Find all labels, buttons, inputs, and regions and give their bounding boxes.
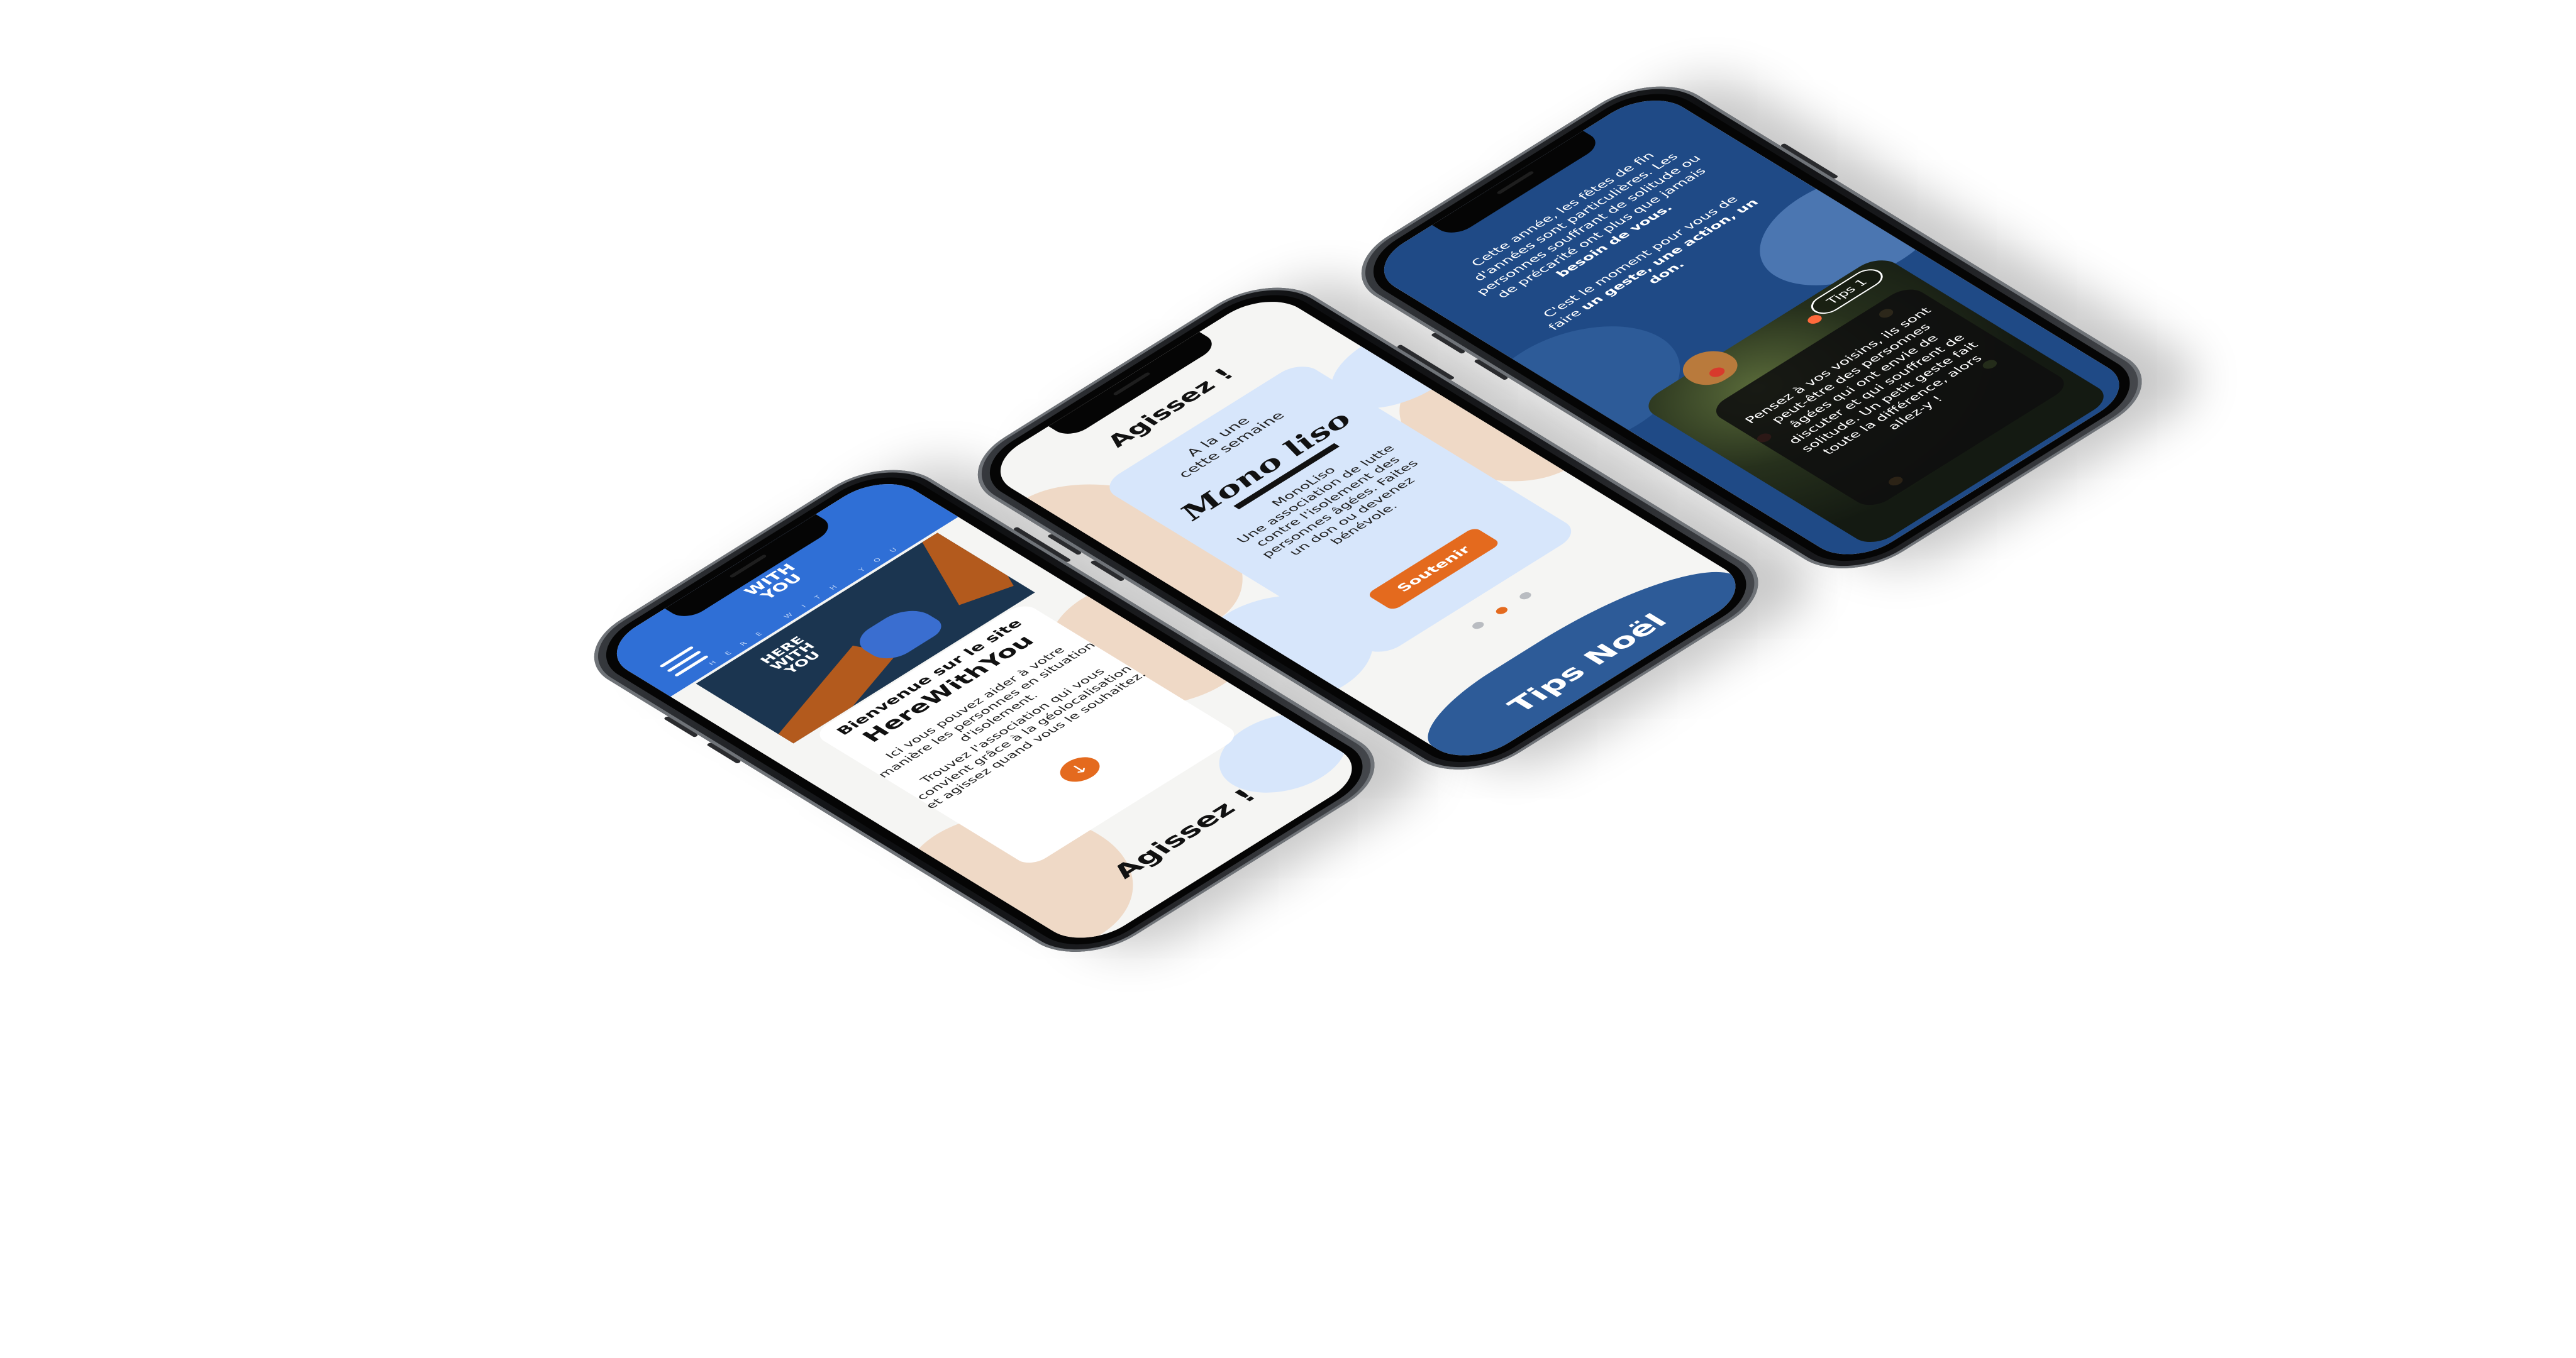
carousel-dot[interactable] xyxy=(1470,620,1486,631)
hero-logo: HERE WITH YOU xyxy=(757,634,828,678)
carousel-dot[interactable] xyxy=(1517,590,1534,601)
carousel-dot-active[interactable] xyxy=(1494,605,1510,616)
